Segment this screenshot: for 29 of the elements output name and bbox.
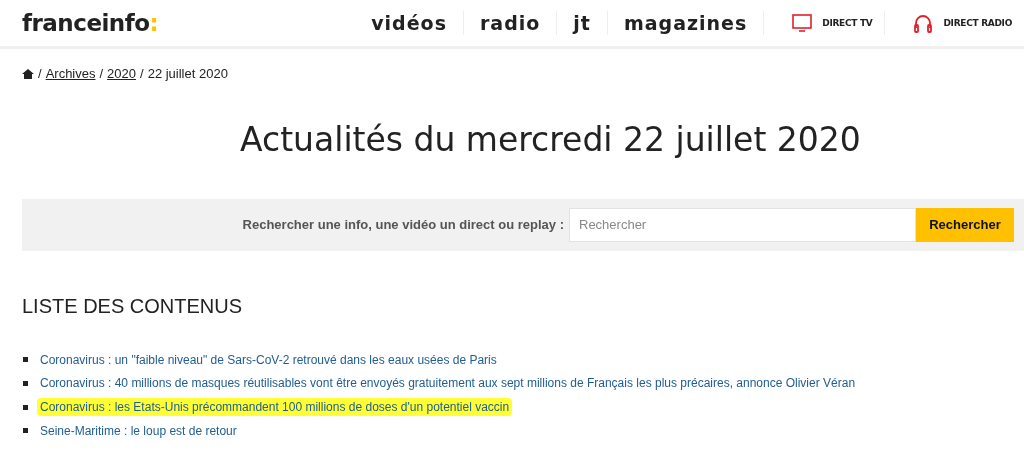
page-title: Actualités du mercredi 22 juillet 2020 [239,119,862,161]
article-link[interactable]: Seine-Maritime : le loup est de retour [37,421,240,440]
breadcrumb-current: 22 juillet 2020 [147,66,228,81]
article-link[interactable]: Coronavirus : 40 millions de masques réutilisables vont être envoyés gratuitement aux sept millions de Français les plus précaires, annonce Olivier Véran [37,374,859,393]
article-link[interactable]: Coronavirus : un "faible niveau" de Sars-CoV-2 retrouvé dans les eaux usées de Paris [37,350,500,369]
article-link[interactable]: Coronavirus : les Etats-Unis précommandent 100 millions de doses d'un potentiel vaccin [37,398,513,417]
search-label: Rechercher une info, une vidéo un direct ou replay : [242,217,564,233]
home-icon[interactable] [22,68,34,79]
logo[interactable]: franceinfo: [22,10,159,36]
search-button[interactable]: Rechercher [916,207,1014,242]
list-heading: LISTE DES CONTENUS [22,294,244,318]
breadcrumb-separator: / [38,66,42,81]
nav-link[interactable]: jt [557,12,607,34]
headphones-icon [913,13,934,33]
bullet-icon [23,380,28,386]
tv-icon [792,14,813,32]
nav-link[interactable]: vidéos [355,12,463,34]
breadcrumb-link[interactable]: 2020 [107,66,137,81]
bullet-icon [23,404,28,410]
nav-link[interactable]: radio [463,12,557,34]
bullet-icon [23,428,28,434]
breadcrumb-separator: / [99,66,104,81]
nav-link[interactable]: magazines [607,12,764,34]
live-link[interactable]: DIRECT TV [764,14,885,32]
breadcrumb-separator: / [140,66,144,81]
breadcrumb-link[interactable]: Archives [45,66,96,81]
search-field[interactable]: Rechercher [569,207,916,242]
bullet-icon [23,357,28,363]
live-link[interactable]: DIRECT RADIO [885,13,1024,33]
